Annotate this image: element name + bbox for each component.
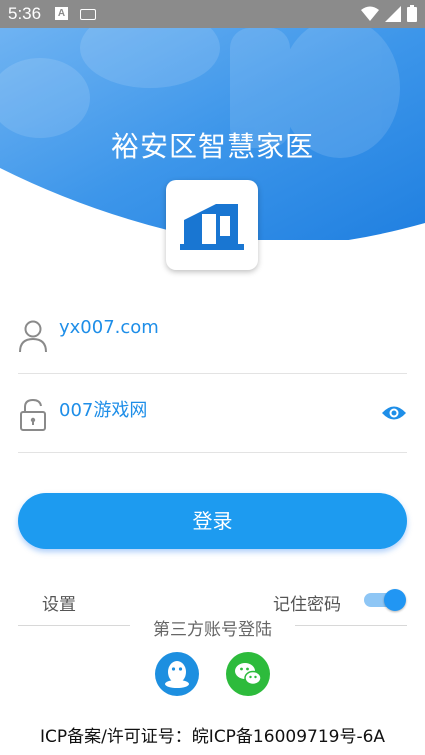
status-time: 5:36 — [8, 4, 42, 23]
username-value: yx007.com — [59, 317, 159, 338]
app-logo — [166, 180, 258, 270]
qq-login-button[interactable] — [155, 652, 199, 696]
lock-icon — [20, 398, 46, 431]
keyboard-icon — [80, 9, 96, 20]
eye-icon[interactable] — [381, 404, 407, 422]
third-party-login-label: 第三方账号登陆 — [153, 620, 272, 640]
password-field[interactable]: 007游戏网 — [18, 374, 407, 453]
remember-password-label: 记住密码 — [273, 595, 341, 615]
remember-password-toggle[interactable] — [362, 589, 406, 611]
status-bar: 5:36 A — [0, 0, 425, 28]
icp-license-text: ICP备案/许可证号：皖ICP备16009719号-6A — [39, 727, 386, 747]
status-right — [361, 5, 417, 22]
username-field[interactable]: yx007.com — [18, 295, 407, 374]
toggle-knob — [384, 589, 406, 611]
notification-a-icon: A — [55, 7, 68, 20]
wechat-login-button[interactable] — [226, 652, 270, 696]
settings-link[interactable]: 设置 — [42, 590, 76, 615]
user-icon — [19, 320, 47, 353]
login-button[interactable]: 登录 — [18, 493, 407, 549]
wifi-icon — [361, 6, 379, 21]
app-title: 裕安区智慧家医 — [110, 130, 314, 163]
battery-icon — [407, 5, 417, 22]
password-value: 007游戏网 — [59, 400, 148, 421]
wechat-icon — [235, 663, 262, 686]
signal-icon — [385, 5, 401, 22]
qq-icon — [165, 661, 189, 688]
